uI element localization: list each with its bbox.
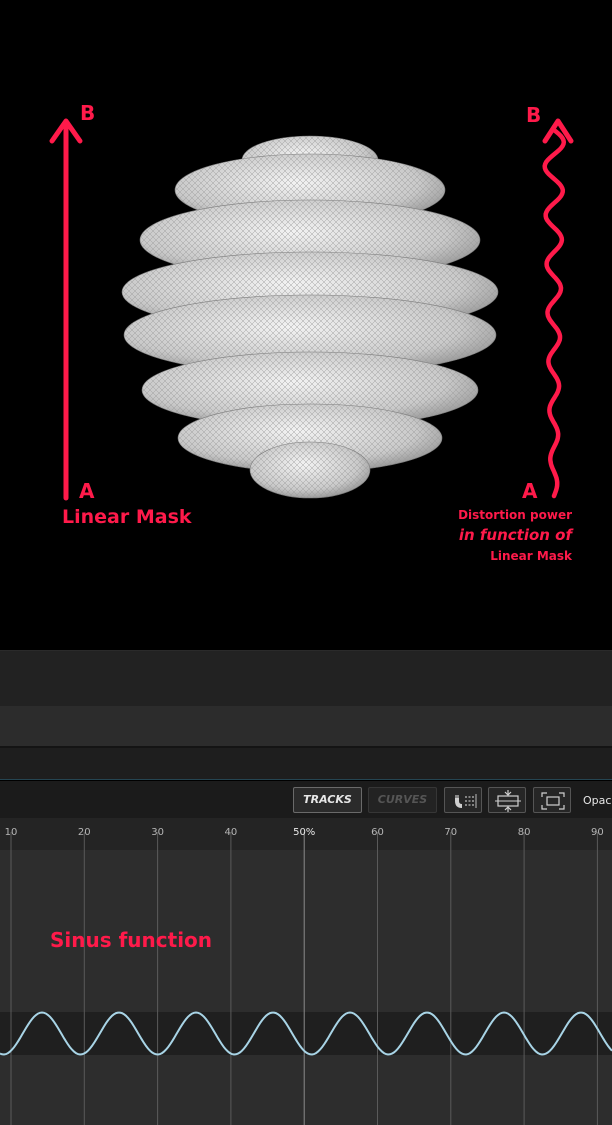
ruler-tick-label: 60 (371, 827, 384, 838)
ruler-tick-label: 20 (78, 827, 91, 838)
distortion-caption-line2: in function of (458, 526, 572, 544)
sinus-function-label: Sinus function (50, 928, 213, 952)
ruler-tick-label: 90 (591, 827, 604, 838)
ruler-tick-label: 30 (151, 827, 164, 838)
tracks-tab-button[interactable]: TRACKS (293, 787, 362, 813)
timeline-toolbar: TRACKS CURVES Opaci (0, 781, 612, 818)
fit-vertical-icon (495, 790, 521, 812)
ruler-tick-label: 50% (293, 827, 315, 838)
snap-button[interactable] (444, 787, 482, 813)
ruler-tick-label: 70 (444, 827, 457, 838)
opacity-label: Opaci (583, 794, 612, 807)
editor-panel-upper (0, 650, 612, 707)
right-arrow-top-label: B (526, 103, 542, 127)
ruler-tick-label: 10 (5, 827, 18, 838)
ruler-tick-label: 80 (518, 827, 531, 838)
wavy-arrow (542, 118, 574, 499)
editor-panel-lower (0, 746, 612, 780)
sinus-track-row[interactable] (0, 1012, 612, 1055)
linear-mask-label: Linear Mask (62, 506, 192, 528)
distortion-caption-line3: Linear Mask (490, 549, 572, 563)
editor-panel-middle (0, 706, 612, 746)
frame-all-button[interactable] (533, 787, 571, 813)
ribbed-sphere (121, 135, 499, 499)
timeline-graph: 10 20 30 40 50% 60 70 80 90 (0, 827, 612, 1125)
fit-vertical-button[interactable] (488, 787, 526, 813)
illustration-canvas: B A B A Linear Mask Distortion power in … (0, 0, 612, 650)
left-arrow-bottom-label: A (79, 479, 95, 503)
magnet-snap-icon (455, 794, 477, 808)
linear-arrow (49, 118, 83, 501)
distortion-caption-line1: Distortion power (458, 508, 572, 522)
right-arrow-bottom-label: A (522, 479, 538, 503)
frame-all-icon (541, 792, 565, 810)
ruler-tick-label: 40 (225, 827, 238, 838)
left-arrow-top-label: B (80, 101, 96, 125)
timeline-area[interactable]: 10 20 30 40 50% 60 70 80 90 Sinus function (0, 818, 612, 1125)
curves-tab-button[interactable]: CURVES (368, 787, 437, 813)
